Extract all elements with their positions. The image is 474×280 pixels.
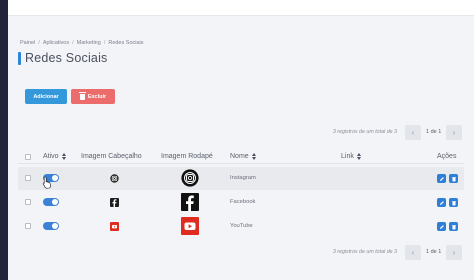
pagination-next-button-top[interactable]: › bbox=[446, 125, 462, 140]
breadcrumb-item-painel[interactable]: Painel bbox=[20, 40, 35, 46]
sort-icon bbox=[252, 153, 256, 160]
breadcrumb-separator: / bbox=[72, 40, 74, 46]
row-checkbox[interactable] bbox=[25, 175, 31, 181]
page-title: Redes Sociais bbox=[25, 51, 108, 65]
column-header-imagem-cabecalho-label: Imagem Cabeçalho bbox=[81, 153, 142, 160]
trash-icon bbox=[451, 224, 456, 229]
chevron-left-icon: ‹ bbox=[411, 248, 415, 257]
pencil-icon bbox=[439, 224, 444, 229]
edit-button[interactable] bbox=[437, 222, 446, 231]
sort-icon bbox=[62, 153, 66, 160]
pagination-page-bottom: 1 de 1 bbox=[426, 249, 442, 255]
delete-button[interactable]: Excluir bbox=[71, 89, 115, 104]
add-button[interactable]: Adicionar bbox=[25, 89, 67, 104]
trash-icon bbox=[451, 200, 456, 205]
edit-button[interactable] bbox=[437, 174, 446, 183]
sidebar-edge bbox=[0, 0, 8, 280]
hand-cursor-icon bbox=[42, 176, 51, 189]
pagination-prev-button-bottom[interactable]: ‹ bbox=[405, 245, 421, 260]
pagination-page-top: 1 de 1 bbox=[426, 129, 442, 135]
row-name: Instagram bbox=[230, 175, 256, 181]
page-header: Redes Sociais bbox=[18, 51, 108, 65]
breadcrumb-separator: / bbox=[103, 40, 106, 46]
facebook-icon bbox=[110, 198, 119, 207]
row-checkbox[interactable] bbox=[25, 199, 31, 205]
select-all-checkbox[interactable] bbox=[25, 154, 31, 160]
column-header-nome-label: Nome bbox=[230, 153, 249, 160]
table-row: YouTube bbox=[18, 215, 464, 238]
instagram-icon bbox=[110, 174, 119, 183]
pagination-next-button-bottom[interactable]: › bbox=[446, 245, 462, 260]
instagram-icon bbox=[181, 169, 199, 187]
column-header-imagem-rodape: Imagem Rodapé bbox=[161, 153, 213, 160]
column-header-imagem-cabecalho: Imagem Cabeçalho bbox=[81, 153, 142, 160]
row-name: YouTube bbox=[230, 223, 253, 229]
table-row: Facebook bbox=[18, 191, 464, 214]
delete-row-button[interactable] bbox=[449, 222, 458, 231]
trash-icon bbox=[78, 91, 86, 100]
active-toggle[interactable] bbox=[43, 198, 59, 206]
youtube-icon bbox=[181, 217, 199, 235]
active-toggle[interactable] bbox=[43, 222, 59, 230]
delete-row-button[interactable] bbox=[449, 198, 458, 207]
column-header-imagem-rodape-label: Imagem Rodapé bbox=[161, 153, 213, 160]
column-header-nome[interactable]: Nome bbox=[230, 153, 256, 160]
column-header-link-label: Link bbox=[341, 153, 354, 160]
sort-icon bbox=[357, 153, 361, 160]
add-button-label: Adicionar bbox=[33, 93, 59, 100]
column-header-acoes: Ações bbox=[437, 153, 456, 160]
table-row: Instagram bbox=[18, 167, 464, 190]
facebook-icon bbox=[181, 193, 199, 211]
chevron-right-icon: › bbox=[452, 248, 456, 257]
pagination-prev-button-top[interactable]: ‹ bbox=[405, 125, 421, 140]
row-checkbox[interactable] bbox=[25, 223, 31, 229]
delete-row-button[interactable] bbox=[449, 174, 458, 183]
column-header-ativo-label: Ativo bbox=[43, 153, 59, 160]
youtube-icon bbox=[110, 222, 119, 231]
breadcrumb: Painel / Aplicativos / Marketing / Redes… bbox=[20, 40, 144, 46]
top-bar bbox=[8, 0, 474, 16]
breadcrumb-separator: / bbox=[38, 40, 40, 46]
delete-button-label: Excluir bbox=[87, 93, 107, 100]
pagination-info-bottom: 3 registros de um total de 3 bbox=[332, 249, 397, 255]
trash-icon bbox=[451, 176, 456, 181]
chevron-right-icon: › bbox=[452, 128, 456, 137]
row-name: Facebook bbox=[230, 199, 256, 205]
edit-button[interactable] bbox=[437, 198, 446, 207]
column-header-ativo[interactable]: Ativo bbox=[43, 153, 66, 160]
table-header-divider bbox=[18, 163, 464, 164]
breadcrumb-item-marketing[interactable]: Marketing bbox=[77, 40, 101, 46]
breadcrumb-item-current: Redes Sociais bbox=[108, 40, 144, 46]
column-header-link[interactable]: Link bbox=[341, 153, 361, 160]
pagination-info-top: 3 registros de um total de 3 bbox=[332, 129, 397, 135]
chevron-left-icon: ‹ bbox=[411, 128, 415, 137]
pencil-icon bbox=[439, 176, 444, 181]
pencil-icon bbox=[439, 200, 444, 205]
title-accent-bar bbox=[18, 51, 21, 65]
column-header-acoes-label: Ações bbox=[437, 153, 457, 160]
breadcrumb-item-aplicativos[interactable]: Aplicativos bbox=[43, 40, 69, 46]
